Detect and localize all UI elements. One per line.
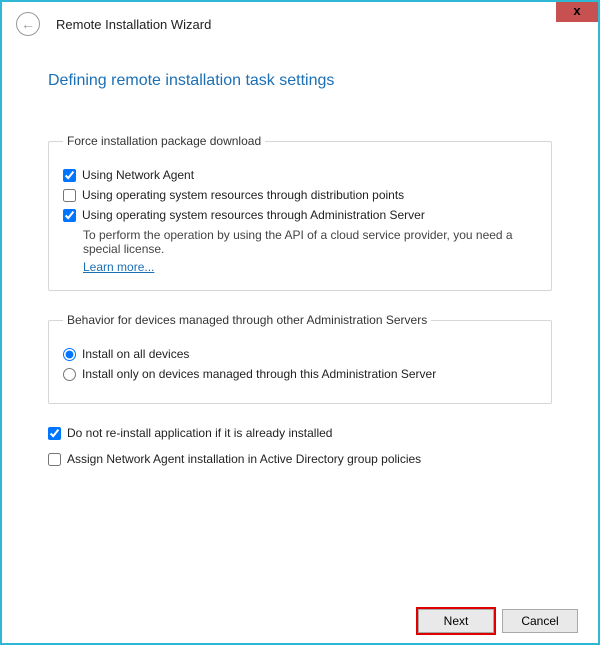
arrow-left-icon: ← — [21, 17, 35, 31]
cancel-button[interactable]: Cancel — [502, 609, 578, 633]
group-behavior: Behavior for devices managed through oth… — [48, 313, 552, 404]
label-install-only-this: Install only on devices managed through … — [82, 367, 436, 381]
label-using-os-admin-server: Using operating system resources through… — [82, 208, 425, 222]
content: Defining remote installation task settin… — [2, 42, 598, 488]
checkbox-using-os-distribution[interactable] — [63, 189, 76, 202]
radio-install-all[interactable] — [63, 348, 76, 361]
header: ← Remote Installation Wizard — [2, 2, 598, 42]
label-install-all: Install on all devices — [82, 347, 189, 361]
opt-do-not-reinstall[interactable]: Do not re-install application if it is a… — [48, 426, 552, 440]
radio-install-only-this[interactable] — [63, 368, 76, 381]
checkbox-do-not-reinstall[interactable] — [48, 427, 61, 440]
group-force-download-legend: Force installation package download — [63, 134, 265, 148]
label-do-not-reinstall: Do not re-install application if it is a… — [67, 426, 332, 440]
opt-using-os-admin-server[interactable]: Using operating system resources through… — [63, 208, 537, 222]
next-button[interactable]: Next — [418, 609, 494, 633]
opt-using-network-agent[interactable]: Using Network Agent — [63, 168, 537, 182]
window-frame: x ← Remote Installation Wizard Defining … — [0, 0, 600, 645]
group-behavior-legend: Behavior for devices managed through oth… — [63, 313, 431, 327]
opt-using-os-distribution[interactable]: Using operating system resources through… — [63, 188, 537, 202]
label-assign-agent-ad: Assign Network Agent installation in Act… — [67, 452, 421, 466]
note-cloud-api: To perform the operation by using the AP… — [83, 228, 537, 256]
close-icon: x — [573, 3, 580, 18]
close-button[interactable]: x — [556, 2, 598, 22]
checkbox-assign-agent-ad[interactable] — [48, 453, 61, 466]
label-using-network-agent: Using Network Agent — [82, 168, 194, 182]
standalone-options: Do not re-install application if it is a… — [48, 426, 552, 466]
page-title: Defining remote installation task settin… — [48, 72, 552, 90]
back-button[interactable]: ← — [16, 12, 40, 36]
checkbox-using-network-agent[interactable] — [63, 169, 76, 182]
opt-install-only-this[interactable]: Install only on devices managed through … — [63, 367, 537, 381]
window-title: Remote Installation Wizard — [56, 17, 211, 32]
footer-buttons: Next Cancel — [418, 609, 578, 633]
label-using-os-distribution: Using operating system resources through… — [82, 188, 404, 202]
link-learn-more[interactable]: Learn more... — [83, 260, 154, 274]
checkbox-using-os-admin-server[interactable] — [63, 209, 76, 222]
opt-assign-agent-ad[interactable]: Assign Network Agent installation in Act… — [48, 452, 552, 466]
opt-install-all[interactable]: Install on all devices — [63, 347, 537, 361]
group-force-download: Force installation package download Usin… — [48, 134, 552, 291]
